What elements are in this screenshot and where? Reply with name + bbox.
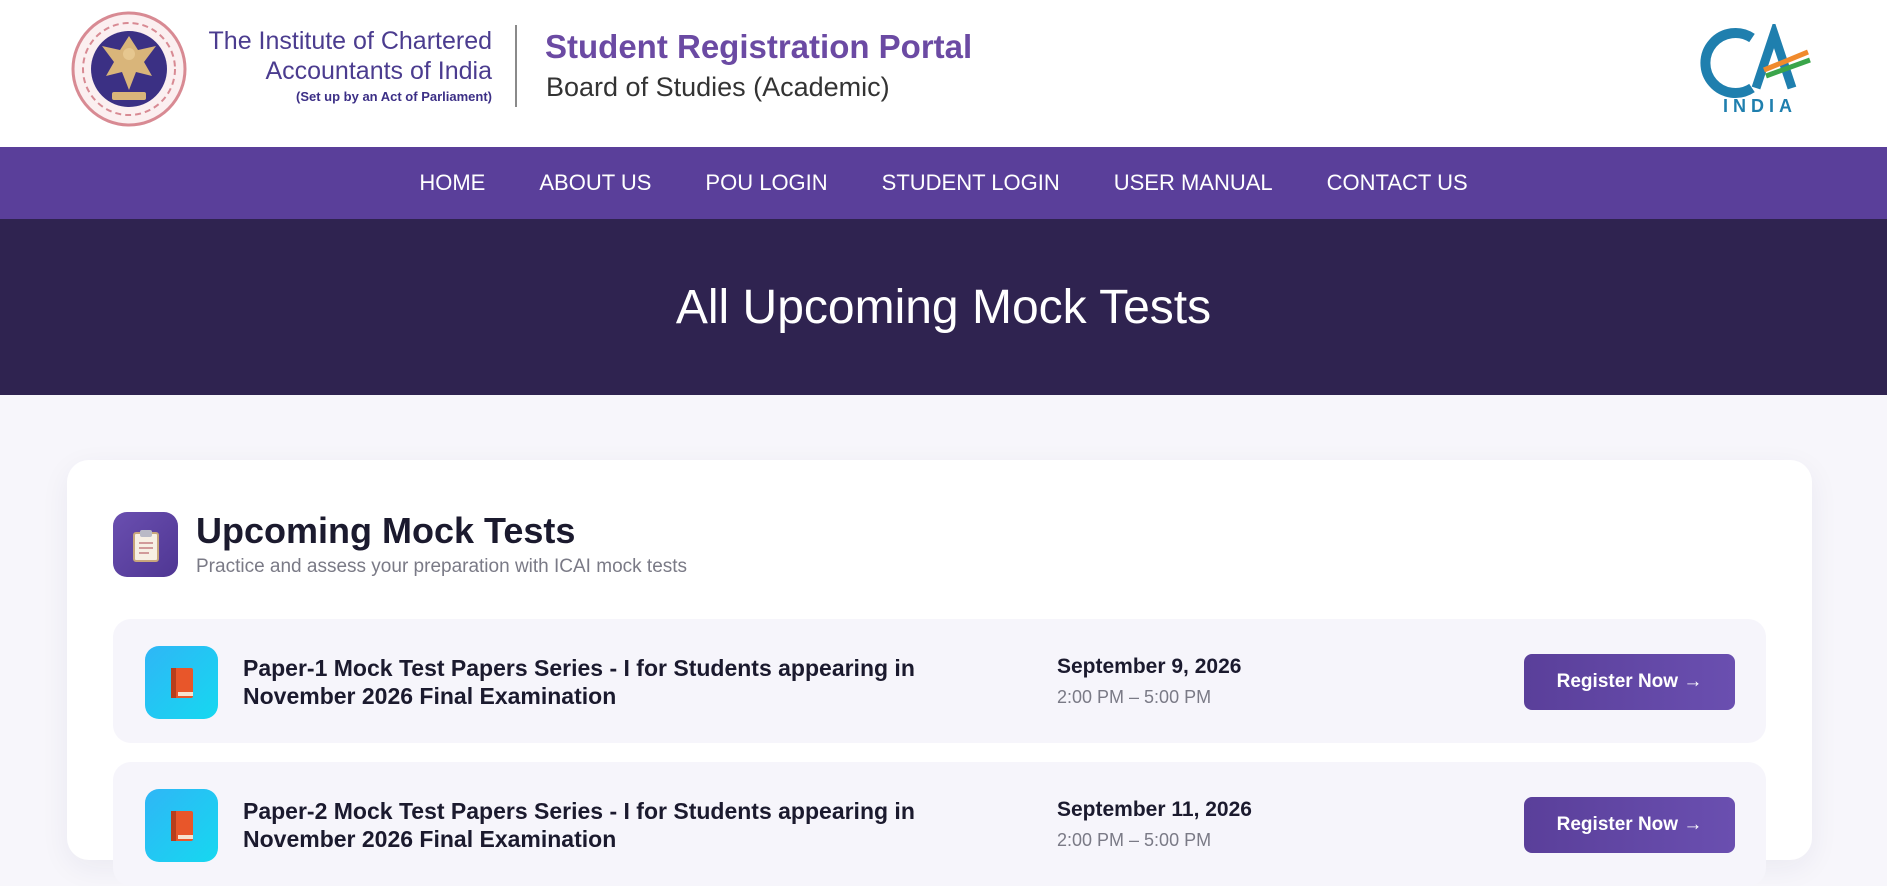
institute-line-2: Accountants of India <box>265 57 492 85</box>
mock-test-title: Paper-2 Mock Test Papers Series - I for … <box>243 798 915 852</box>
section-title: Upcoming Mock Tests <box>196 510 576 551</box>
institute-name: The Institute of Chartered Accountants o… <box>196 26 492 108</box>
icai-emblem-icon[interactable] <box>68 10 190 128</box>
nav-about-us[interactable]: ABOUT US <box>539 170 651 196</box>
nav-user-manual[interactable]: USER MANUAL <box>1114 170 1273 196</box>
page-title: All Upcoming Mock Tests <box>675 280 1212 334</box>
header-divider <box>515 25 517 107</box>
site-header: The Institute of Chartered Accountants o… <box>0 0 1887 147</box>
nav-student-login[interactable]: STUDENT LOGIN <box>882 170 1060 196</box>
nav-contact-us[interactable]: CONTACT US <box>1327 170 1468 196</box>
institute-line-1: The Institute of Chartered <box>208 27 492 55</box>
mock-test-time: 2:00 PM – 5:00 PM <box>1057 830 1212 850</box>
mock-test-title: Paper-1 Mock Test Papers Series - I for … <box>243 655 915 709</box>
ca-logo-text: INDIA <box>1723 96 1797 116</box>
mock-test-time: 2:00 PM – 5:00 PM <box>1057 687 1212 707</box>
clipboard-icon <box>113 512 178 577</box>
nav-pou-login[interactable]: POU LOGIN <box>705 170 827 196</box>
portal-title: Student Registration Portal <box>545 28 973 65</box>
register-now-button[interactable]: Register Now → <box>1524 797 1735 853</box>
section-subtitle: Practice and assess your preparation wit… <box>196 556 688 577</box>
mock-tests-card: Upcoming Mock Tests Practice and assess … <box>67 460 1812 886</box>
institute-line-3: (Set up by an Act of Parliament) <box>296 89 492 104</box>
ca-india-logo-icon[interactable]: INDIA <box>1700 24 1820 116</box>
hero-banner: All Upcoming Mock Tests <box>0 219 1887 395</box>
portal-subtitle: Board of Studies (Academic) <box>546 72 890 102</box>
main-nav: HOME ABOUT US POU LOGIN STUDENT LOGIN US… <box>0 147 1887 219</box>
mock-test-item: Paper-2 Mock Test Papers Series - I for … <box>113 762 1766 886</box>
book-icon <box>145 789 218 862</box>
mock-test-date: September 9, 2026 <box>1057 655 1242 678</box>
register-now-button[interactable]: Register Now → <box>1524 654 1735 710</box>
book-icon <box>145 646 218 719</box>
mock-test-date: September 11, 2026 <box>1057 798 1252 821</box>
nav-home[interactable]: HOME <box>419 170 485 196</box>
mock-test-item: Paper-1 Mock Test Papers Series - I for … <box>113 619 1766 743</box>
